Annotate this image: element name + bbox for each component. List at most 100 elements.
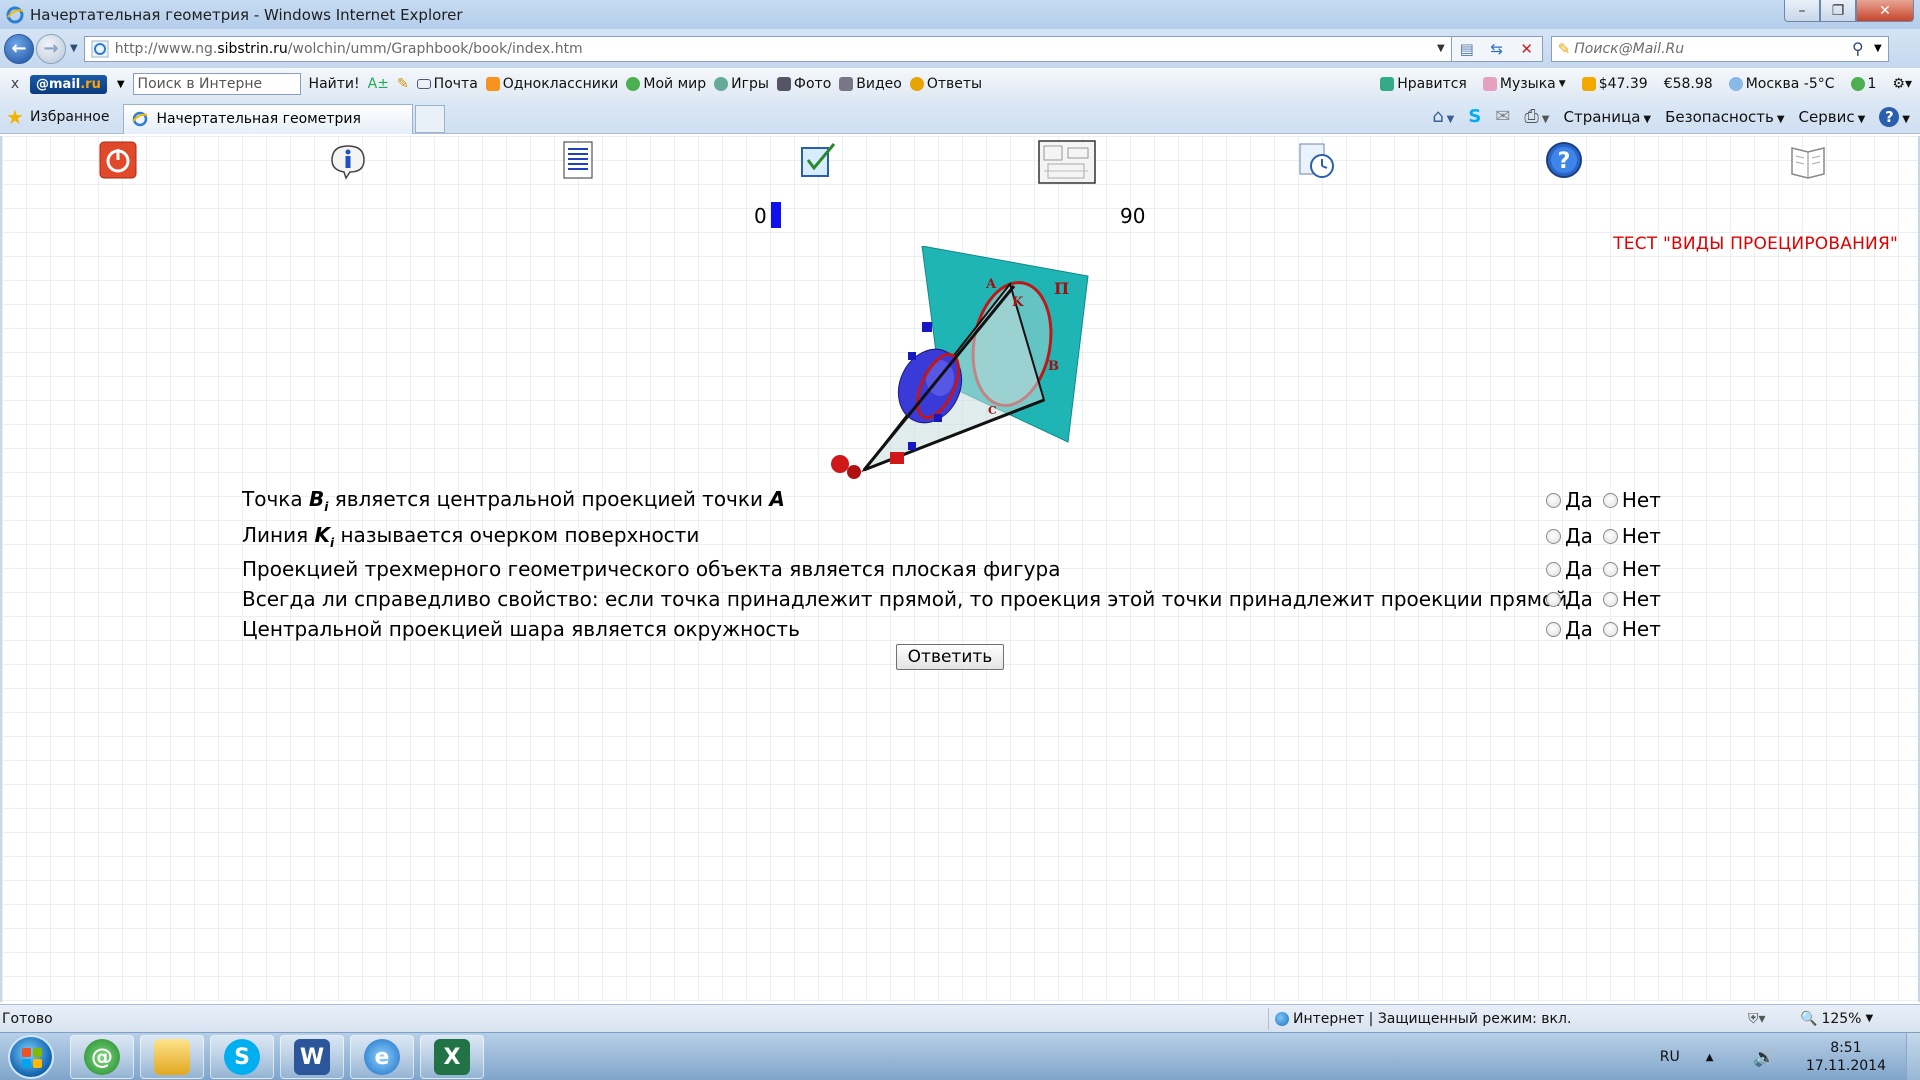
zoom-control[interactable]: 🔍 125% ▼ bbox=[1800, 1011, 1873, 1027]
language-indicator[interactable]: RU bbox=[1660, 1049, 1680, 1065]
home-icon[interactable]: ⌂ ▼ bbox=[1432, 106, 1454, 127]
mailru-logo[interactable]: @mail.ru bbox=[30, 74, 107, 94]
yes-label: Да bbox=[1565, 488, 1593, 512]
score-progress-bar bbox=[771, 202, 781, 228]
answer-options: Да Нет bbox=[1546, 488, 1671, 512]
logo-dropdown-icon[interactable]: ▼ bbox=[117, 79, 125, 90]
print-icon[interactable]: ⎙ ▼ bbox=[1524, 106, 1549, 127]
maximize-button[interactable]: ❐ bbox=[1820, 0, 1856, 22]
new-tab-button[interactable] bbox=[415, 104, 446, 133]
info-icon[interactable] bbox=[328, 140, 368, 180]
search-placeholder: Поиск@Mail.Ru bbox=[1574, 40, 1685, 57]
help-menu[interactable]: ? ▼ bbox=[1879, 106, 1910, 127]
search-input[interactable]: ✎ Поиск@Mail.Ru ⚲ ▼ bbox=[1550, 35, 1889, 62]
yes-radio[interactable] bbox=[1546, 528, 1561, 544]
drawing-thumbnail-icon[interactable] bbox=[1038, 140, 1096, 184]
no-radio[interactable] bbox=[1602, 492, 1618, 508]
no-radio[interactable] bbox=[1602, 528, 1618, 544]
search-dropdown-icon[interactable]: ▼ bbox=[1874, 43, 1882, 54]
currency-usd[interactable]: $47.39 bbox=[1581, 76, 1648, 92]
yes-radio[interactable] bbox=[1546, 561, 1561, 577]
yes-radio[interactable] bbox=[1546, 492, 1561, 508]
my-world-label: Мой мир bbox=[643, 76, 707, 92]
help-icon[interactable]: ? bbox=[1544, 140, 1584, 180]
toolbar-settings-icon[interactable]: ⚙▾ bbox=[1892, 76, 1912, 92]
history-dropdown-icon[interactable]: ▼ bbox=[70, 43, 78, 54]
no-radio[interactable] bbox=[1602, 621, 1618, 637]
yes-radio[interactable] bbox=[1546, 591, 1561, 607]
mailru-search-icon: ✎ bbox=[1557, 39, 1571, 58]
mailru-toolbar: x @mail.ru ▼ Поиск в Интерне Найти! A± ✎… bbox=[0, 68, 1920, 100]
tab-active[interactable]: Начертательная геометрия bbox=[123, 103, 414, 134]
tools-menu[interactable]: Сервис ▼ bbox=[1799, 108, 1866, 126]
timer-icon[interactable] bbox=[1296, 140, 1336, 180]
video-item[interactable]: Видео bbox=[839, 76, 902, 92]
likes-item[interactable]: Нравится bbox=[1380, 76, 1467, 92]
toolbar-close-icon[interactable]: x bbox=[0, 76, 30, 92]
question-row: Центральной проекцией шара является окру… bbox=[242, 614, 1662, 644]
taskbar-explorer[interactable] bbox=[140, 1035, 204, 1079]
photo-item[interactable]: Фото bbox=[776, 76, 831, 92]
taskbar-internet-explorer[interactable]: e bbox=[350, 1035, 414, 1079]
compatibility-view-icon[interactable]: ▤ bbox=[1452, 40, 1482, 58]
blue-marker-2 bbox=[922, 322, 932, 332]
status-bar: Готово Интернет | Защищенный режим: вкл.… bbox=[0, 1004, 1920, 1032]
address-input[interactable]: http://www.ng.sibstrin.ru/wolchin/umm/Gr… bbox=[83, 35, 1452, 62]
taskbar-mailru-agent[interactable]: @ bbox=[70, 1035, 134, 1079]
taskbar-word[interactable]: W bbox=[280, 1035, 344, 1079]
question-text: Линия Ki называется очерком поверхности bbox=[242, 522, 700, 550]
point-a-label: A bbox=[985, 277, 997, 292]
favorites-button[interactable]: ★ Избранное bbox=[6, 105, 109, 129]
address-bar-row: ← → ▼ http://www.ng.sibstrin.ru/wolchin/… bbox=[0, 29, 1920, 68]
currency-eur[interactable]: €58.98 bbox=[1664, 76, 1713, 92]
search-icon[interactable]: ⚲ bbox=[1852, 39, 1864, 58]
test-check-icon[interactable] bbox=[798, 140, 838, 180]
power-exit-icon[interactable] bbox=[98, 140, 138, 180]
document-icon[interactable] bbox=[558, 140, 598, 180]
mail-item[interactable]: Почта bbox=[416, 76, 478, 92]
video-icon bbox=[839, 77, 854, 91]
read-mail-icon[interactable]: ✉ bbox=[1495, 106, 1510, 127]
weather-item[interactable]: Москва -5°C bbox=[1728, 76, 1835, 92]
taskbar-excel[interactable]: X bbox=[420, 1035, 484, 1079]
url-dropdown-icon[interactable]: ▼ bbox=[1437, 43, 1445, 54]
no-radio[interactable] bbox=[1602, 561, 1618, 577]
text-size-icon[interactable]: A± bbox=[368, 76, 389, 92]
find-button[interactable]: Найти! bbox=[309, 76, 360, 92]
answers-item[interactable]: Ответы bbox=[909, 76, 982, 92]
security-zone[interactable]: Интернет | Защищенный режим: вкл. bbox=[1268, 1007, 1571, 1030]
clock[interactable]: 8:51 17.11.2014 bbox=[1806, 1039, 1886, 1075]
yes-radio[interactable] bbox=[1546, 621, 1561, 637]
refresh-icon[interactable]: ⇆ bbox=[1482, 40, 1512, 58]
start-button[interactable] bbox=[8, 1035, 54, 1079]
mailru-search-input[interactable]: Поиск в Интерне bbox=[132, 73, 301, 95]
question-row: Линия Ki называется очерком поверхности … bbox=[242, 518, 1662, 554]
page-menu[interactable]: Страница ▼ bbox=[1564, 108, 1652, 126]
stop-icon[interactable]: ✕ bbox=[1512, 40, 1542, 58]
protected-mode-icon[interactable]: ⛨▾ bbox=[1748, 1011, 1766, 1027]
back-button[interactable]: ← bbox=[4, 33, 34, 64]
close-button[interactable]: ✕ bbox=[1856, 0, 1914, 22]
music-item[interactable]: Музыка ▼ bbox=[1482, 76, 1566, 92]
highlight-icon[interactable]: ✎ bbox=[397, 76, 409, 92]
my-world-item[interactable]: Мой мир bbox=[626, 76, 706, 92]
projection-figure: П A K B C bbox=[831, 246, 1089, 479]
safety-menu[interactable]: Безопасность ▼ bbox=[1665, 108, 1784, 126]
skype-icon[interactable]: S bbox=[1468, 106, 1481, 127]
show-desktop-button[interactable] bbox=[1906, 1033, 1920, 1080]
notifications-item[interactable]: 1 bbox=[1850, 76, 1876, 92]
games-item[interactable]: Игры bbox=[714, 76, 769, 92]
minimize-button[interactable]: – bbox=[1784, 0, 1820, 22]
taskbar: @ S W e X RU ▲ 🔊 8:51 17.11.2014 bbox=[0, 1032, 1920, 1080]
odnoklassniki-item[interactable]: Одноклассники bbox=[485, 76, 618, 92]
ie-tab-icon bbox=[132, 111, 148, 127]
no-radio[interactable] bbox=[1602, 591, 1618, 607]
forward-button[interactable]: → bbox=[36, 33, 66, 64]
volume-icon[interactable]: 🔊 bbox=[1753, 1047, 1775, 1068]
book-icon[interactable] bbox=[1788, 140, 1828, 180]
show-hidden-icons-icon[interactable]: ▲ bbox=[1706, 1052, 1714, 1063]
answer-options: Да Нет bbox=[1546, 524, 1671, 548]
favorites-label: Избранное bbox=[29, 108, 110, 125]
answer-button[interactable]: Ответить bbox=[896, 644, 1004, 670]
taskbar-skype[interactable]: S bbox=[210, 1035, 274, 1079]
